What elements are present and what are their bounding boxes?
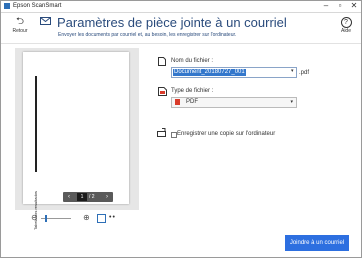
zoom-out-icon[interactable]: ⊖ [31,213,38,223]
save-to-computer-icon [157,128,166,137]
pdf-document-icon [158,87,167,96]
window-title: Epson ScanSmart [13,3,62,9]
zoom-toolbar: ⊖ ⊕ •• [29,213,129,223]
more-options-icon[interactable]: •• [109,213,116,223]
zoom-slider-thumb[interactable] [45,215,47,222]
title-bar: Epson ScanSmart – ▫ ✕ [1,1,361,13]
help-button[interactable]: ? Aide [335,17,357,39]
question-circle-icon: ? [340,17,352,28]
envelope-icon [40,17,51,25]
filename-dropdown-icon[interactable]: ▾ [291,68,294,74]
pdf-icon [175,99,180,105]
fit-page-icon[interactable] [97,214,106,223]
filetype-label: Type de fichier : [171,88,214,94]
prev-page-button[interactable]: ‹ [65,193,73,201]
save-copy-label: Enregistrer une copie sur l'ordinateur [177,131,276,137]
filename-label: Nom du fichier : [171,58,214,64]
zoom-in-icon[interactable]: ⊕ [83,213,90,223]
filename-value: Document_20180727_001 [173,69,246,76]
page-total: / 2 [89,194,95,200]
current-page-field[interactable]: 1 [77,193,87,201]
app-icon [4,3,10,9]
attach-to-email-button[interactable]: Joindre à un courriel [285,235,349,251]
page-content-line [35,76,37,172]
filename-input[interactable]: Document_20180727_001 [171,67,297,78]
app-window: Epson ScanSmart – ▫ ✕ ⮌ Retour Paramètre… [0,0,362,258]
page-content-text: Tabela nos resultados [33,191,38,230]
header: ⮌ Retour Paramètres de pièce jointe à un… [1,13,361,44]
file-extension: .pdf [299,70,310,76]
maximize-button[interactable]: ▫ [333,1,347,11]
back-button[interactable]: ⮌ Retour [9,16,31,40]
filetype-select[interactable]: PDF ▾ [171,97,297,108]
close-button[interactable]: ✕ [347,1,361,11]
page-navigator: ‹ 1 / 2 › [63,192,113,202]
preview-page: Tabela nos resultados ‹ 1 / 2 › [23,52,129,230]
minimize-button[interactable]: – [319,1,333,11]
document-icon [158,57,166,66]
scan-preview: Tabela nos resultados ‹ 1 / 2 › [15,48,139,230]
page-title: Paramètres de pièce jointe à un courriel [57,15,287,30]
arrow-left-icon: ⮌ [15,16,24,27]
page-subtitle: Envoyer les documents par courriel et, a… [58,32,237,38]
chevron-down-icon: ▾ [290,99,293,105]
back-label: Retour [12,28,28,34]
help-label: Aide [340,28,351,34]
filetype-value: PDF [186,99,198,105]
next-page-button[interactable]: › [103,193,111,201]
